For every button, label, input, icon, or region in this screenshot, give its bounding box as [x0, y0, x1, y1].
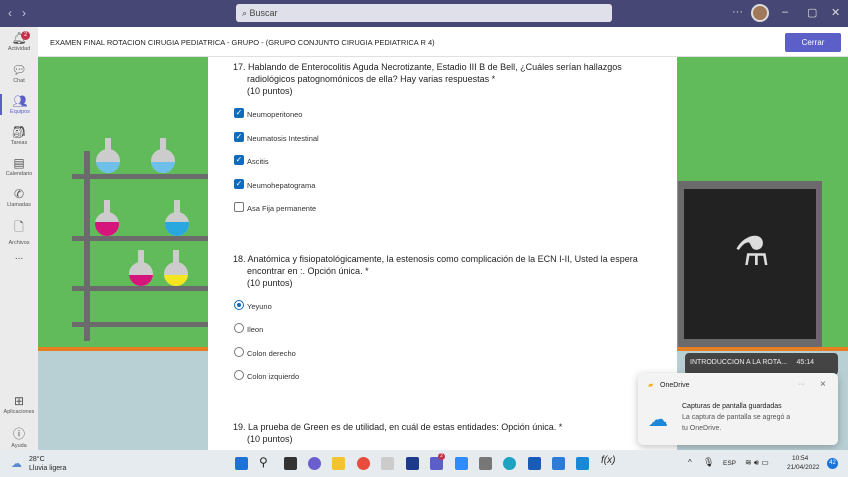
notification-badge[interactable]: 42 [827, 458, 838, 469]
teams-icon: 👥︎ [12, 94, 28, 108]
close-window-icon[interactable]: ✕ [831, 6, 840, 19]
video-miniplayer[interactable]: INTRODUCCION A LA ROTA... 45:14 [685, 353, 838, 375]
radio[interactable] [234, 370, 244, 380]
file-icon: 🗋 [14, 220, 24, 234]
question-18: 18. Anatómica y fisiopatológicamente, la… [233, 254, 638, 288]
cloud-icon: ☁ [648, 409, 668, 431]
forward-icon[interactable]: › [22, 6, 26, 20]
onedrive-app-icon: ▰ [648, 382, 654, 389]
checkbox-checked[interactable]: ✓ [234, 179, 244, 189]
maximize-icon[interactable]: ▢ [807, 6, 817, 19]
sidebar-item-calendario[interactable]: ▤ Calendario [0, 156, 38, 177]
radio[interactable] [234, 347, 244, 357]
radio-selected[interactable] [234, 300, 244, 310]
checkbox-checked[interactable]: ✓ [234, 132, 244, 142]
checkbox-option[interactable]: ✓ Ascitis [234, 155, 269, 166]
sidebar-item-ayuda[interactable]: ⓘ Ayuda [0, 425, 38, 449]
checkbox-unchecked[interactable] [234, 202, 244, 212]
shelf-post [84, 151, 90, 341]
radio-option[interactable]: Colon izquierdo [234, 370, 299, 381]
sidebar-item-chat[interactable]: 💬︎ Chat [0, 63, 38, 84]
shelf [72, 236, 212, 241]
chalkboard: ⚗ [678, 181, 822, 347]
edge-icon[interactable] [503, 457, 516, 470]
file-explorer-icon[interactable] [332, 457, 345, 470]
page-title: EXAMEN FINAL ROTACION CIRUGIA PEDIATRICA… [50, 38, 435, 47]
app-icon[interactable] [552, 457, 565, 470]
sidebar-item-equipos[interactable]: 👥︎ Equipos [0, 94, 38, 115]
store-icon[interactable] [528, 457, 541, 470]
language-indicator[interactable]: ESP [723, 460, 736, 467]
bell-icon: 🔔︎ [11, 31, 27, 45]
calendar-icon: ▤ [13, 156, 25, 170]
checkbox-option[interactable]: ✓ Neumoperitoneo [234, 108, 302, 119]
back-icon[interactable]: ‹ [8, 6, 12, 20]
sidebar: 🔔︎ Actividad 2 💬︎ Chat 👥︎ Equipos 🎒︎ Tareas ▤… [0, 27, 38, 450]
shelf [72, 286, 212, 291]
question-19: 19. La prueba de Green es de utilidad, e… [233, 422, 563, 444]
checkbox-checked[interactable]: ✓ [234, 108, 244, 118]
function-app-icon[interactable]: f(x) [601, 455, 615, 468]
more-icon[interactable]: ··· [732, 6, 743, 18]
task-view-icon[interactable] [284, 457, 297, 470]
title-bar: ‹ › ⌕ Buscar ··· – ▢ ✕ [0, 0, 848, 27]
badge: 2 [21, 31, 30, 40]
shelf [72, 174, 212, 179]
mail-icon[interactable] [576, 457, 589, 470]
search-icon: ⌕ [242, 8, 250, 18]
chat-app-icon[interactable] [308, 457, 321, 470]
sidebar-item-llamadas[interactable]: ✆ Llamadas [0, 187, 38, 208]
wifi-volume-battery-icon[interactable]: ≋ 🔊︎ ▭ [745, 458, 769, 468]
onedrive-notification[interactable]: ▰ OneDrive ··· × ☁ Capturas de pantalla … [638, 373, 838, 445]
checkbox-option[interactable]: ✓ Neumatosis Intestinal [234, 132, 319, 143]
amazon-icon[interactable] [381, 457, 394, 470]
search-input[interactable]: ⌕ Buscar [236, 4, 612, 22]
help-icon: ⓘ [12, 427, 25, 441]
more-apps-button[interactable]: ... [0, 251, 38, 262]
chevron-up-icon[interactable]: ^ [688, 458, 692, 467]
phone-icon: ✆ [13, 187, 25, 201]
close-notification-button[interactable]: × [820, 379, 826, 390]
search-icon[interactable]: ⚲ [259, 455, 272, 469]
sidebar-item-actividad[interactable]: 🔔︎ Actividad 2 [0, 31, 38, 52]
shelf [72, 322, 212, 327]
app-icon[interactable] [406, 457, 419, 470]
checkbox-option[interactable]: Asa Fija permanente [234, 202, 316, 213]
more-options-button[interactable]: ··· [798, 381, 805, 388]
sidebar-item-archivos[interactable]: 🗋 Archivos [0, 218, 38, 246]
radio-option[interactable]: Ileon [234, 323, 263, 334]
radio-option[interactable]: Yeyuno [234, 300, 272, 311]
sidebar-item-aplicaciones[interactable]: ⊞ Aplicaciones [0, 394, 38, 415]
flask-icon: ⚗ [734, 230, 770, 274]
zoom-icon[interactable] [455, 457, 468, 470]
sidebar-item-tareas[interactable]: 🎒︎ Tareas [0, 125, 38, 146]
checkbox-checked[interactable]: ✓ [234, 155, 244, 165]
taskbar: ☁ 28°C Lluvia ligera ⚲ 2 f(x) ^ 🎙︎ ESP ≋… [0, 450, 848, 477]
clock-time[interactable]: 10:54 [792, 455, 808, 462]
close-button[interactable]: Cerrar [785, 33, 841, 52]
minimize-icon[interactable]: – [782, 6, 788, 18]
teams-taskbar-icon[interactable]: 2 [430, 453, 445, 470]
clock-date[interactable]: 21/04/2022 [787, 464, 820, 471]
avatar[interactable] [751, 4, 769, 22]
radio[interactable] [234, 323, 244, 333]
chrome-icon[interactable] [357, 457, 370, 470]
backpack-icon: 🎒︎ [11, 125, 27, 139]
form-body: 17. Hablando de Enterocolitis Aguda Necr… [208, 57, 677, 450]
checkbox-option[interactable]: ✓ Neumohepatograma [234, 179, 315, 190]
start-icon[interactable] [235, 457, 248, 470]
mic-muted-icon[interactable]: 🎙︎ [703, 457, 714, 468]
question-17: 17. Hablando de Enterocolitis Aguda Necr… [233, 62, 622, 96]
apps-icon: ⊞ [13, 394, 25, 408]
form-header: EXAMEN FINAL ROTACION CIRUGIA PEDIATRICA… [38, 27, 848, 57]
gimp-icon[interactable] [479, 457, 492, 470]
weather-icon: ☁ [11, 458, 22, 470]
chat-icon: 💬︎ [11, 63, 27, 77]
radio-option[interactable]: Colon derecho [234, 347, 296, 358]
